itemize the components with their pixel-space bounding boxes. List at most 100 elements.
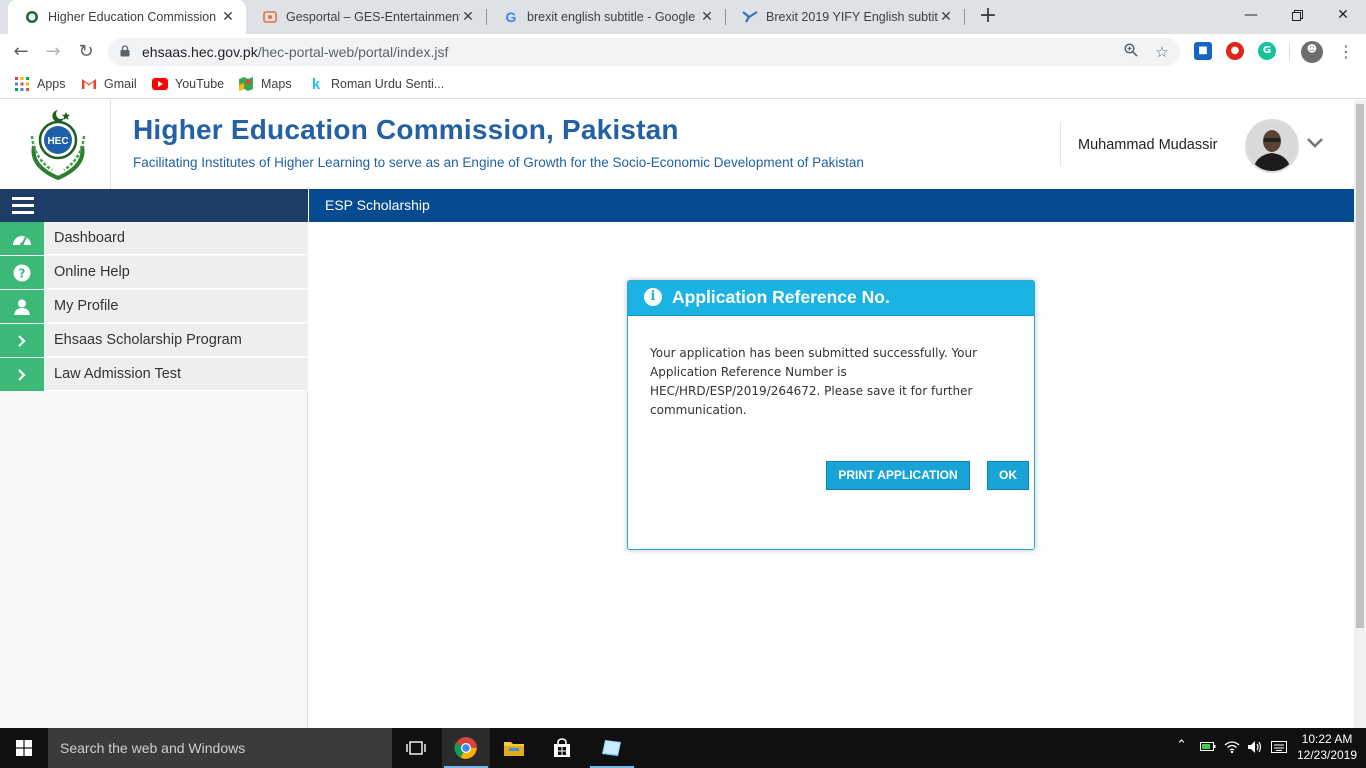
sidebar-item-ehsaas-scholarship[interactable]: Ehsaas Scholarship Program [0,324,308,357]
browser-tab-yify[interactable]: Brexit 2019 YIFY English subtitles ✕ [726,0,964,34]
battery-icon[interactable] [1200,740,1216,755]
site-title: Higher Education Commission, Pakistan [133,114,679,145]
taskbar-clock[interactable]: 10:22 AM 12/23/2019 [1292,731,1362,763]
web-page: HEC Higher Education Commission, Pakista… [0,100,1354,728]
header-divider [110,100,111,189]
apps-grid-icon [14,76,30,92]
ok-button[interactable]: OK [987,461,1029,490]
browser-tabstrip: Higher Education Commission O ✕ Gesporta… [0,0,1366,34]
new-tab-icon[interactable]: + [976,4,1000,28]
volume-icon[interactable] [1247,740,1263,757]
bookmark-label: Apps [37,77,66,91]
sidebar-item-label: Law Admission Test [54,366,182,382]
extension-adblock-icon[interactable]: ● [1226,42,1244,60]
clock-time: 10:22 AM [1301,732,1353,746]
close-tab-icon[interactable]: ✕ [220,9,236,25]
extension-grammarly-icon[interactable]: G [1258,42,1276,60]
taskbar-search-input[interactable]: Search the web and Windows [48,728,392,768]
header-divider [1060,122,1061,166]
show-hidden-icons-icon[interactable]: ⌃ [1176,738,1187,753]
sidebar-item-dashboard[interactable]: Dashboard [0,222,308,255]
bookmark-gmail[interactable]: Gmail [81,76,137,92]
bookmark-maps[interactable]: Maps [238,76,292,92]
yify-favicon-icon [742,9,758,25]
reload-icon[interactable]: ↻ [74,41,98,63]
browser-toolbar: ← → ↻ ehsaas.hec.gov.pk/hec-portal-web/p… [0,34,1366,70]
sidebar: Dashboard ? Online Help My Profile Ehsaa… [0,222,308,728]
svg-text:?: ? [19,266,26,280]
notes-app-icon[interactable] [588,728,636,768]
close-tab-icon[interactable]: ✕ [699,9,715,25]
task-view-icon[interactable] [392,728,440,768]
sidebar-item-my-profile[interactable]: My Profile [0,290,308,323]
wifi-icon[interactable] [1224,740,1240,757]
dialog-title: Application Reference No. [672,287,890,307]
windows-taskbar: Search the web and Windows ⌃ 10:22 AM 12… [0,728,1366,768]
chrome-taskbar-icon[interactable] [442,728,490,768]
hamburger-menu-icon[interactable] [12,197,34,214]
bookmarks-bar: Apps Gmail YouTube Maps k Roman Urdu Sen… [0,70,1366,99]
kaggle-k-icon: k [311,75,321,93]
google-favicon-icon: G [505,9,517,25]
youtube-icon [152,76,168,92]
bookmark-youtube[interactable]: YouTube [152,76,224,92]
chevron-right-icon [0,358,44,391]
back-arrow-icon[interactable]: ← [9,41,33,63]
dialog-message: Your application has been submitted succ… [650,346,978,417]
bookmark-roman-urdu[interactable]: k Roman Urdu Senti... [308,75,445,93]
extension-briefcase-icon[interactable]: ■ [1194,42,1212,60]
browser-tab-hec[interactable]: Higher Education Commission O ✕ [8,0,246,34]
close-tab-icon[interactable]: ✕ [938,9,954,25]
restore-icon[interactable] [1274,0,1320,30]
store-icon[interactable] [538,728,586,768]
browser-tab-gesportal[interactable]: Gesportal – GES-Entertainment ✕ [246,0,486,34]
minimize-icon[interactable]: — [1228,0,1274,30]
address-bar[interactable]: ehsaas.hec.gov.pk/hec-portal-web/portal/… [108,38,1180,66]
user-photo-icon [1247,121,1297,171]
gesportal-favicon-icon [262,9,278,25]
close-window-icon[interactable]: ✕ [1320,0,1366,30]
user-name[interactable]: Muhammad Mudassir [1078,137,1217,153]
site-header: HEC Higher Education Commission, Pakista… [0,100,1354,189]
tab-title: Brexit 2019 YIFY English subtitles [766,10,938,24]
dialog-header: i Application Reference No. [628,281,1034,316]
browser-menu-icon[interactable]: ⋮ [1336,42,1356,62]
chevron-down-icon[interactable] [1306,136,1324,150]
sidebar-item-label: Online Help [54,264,130,280]
help-icon: ? [0,256,44,289]
sidebar-item-label: Ehsaas Scholarship Program [54,332,242,348]
url-path: /hec-portal-web/portal/index.jsf [257,44,449,60]
sidebar-item-online-help[interactable]: ? Online Help [0,256,308,289]
scrollbar-thumb[interactable] [1356,104,1364,628]
avatar[interactable] [1245,119,1299,173]
bookmark-label: YouTube [175,77,225,91]
clock-date: 12/23/2019 [1296,748,1358,762]
site-subtitle: Facilitating Institutes of Higher Learni… [133,155,864,170]
close-tab-icon[interactable]: ✕ [460,9,476,25]
lock-icon [120,45,130,57]
chevron-right-icon [0,324,44,357]
tab-title: Gesportal – GES-Entertainment [286,10,460,24]
dashboard-icon [0,222,44,255]
star-bookmark-icon[interactable]: ☆ [1153,43,1171,61]
forward-arrow-icon[interactable]: → [41,41,65,63]
hec-logo-icon: HEC [30,110,86,181]
sidebar-item-law-admission-test[interactable]: Law Admission Test [0,358,308,391]
url-host: ehsaas.hec.gov.pk [142,44,258,60]
profile-avatar-icon[interactable]: ☻ [1301,41,1323,63]
browser-tab-google[interactable]: G brexit english subtitle - Google S ✕ [487,0,725,34]
bookmark-label: Maps [261,77,292,91]
bookmark-label: Roman Urdu Senti... [331,77,445,91]
sidebar-header [0,189,308,222]
zoom-icon[interactable] [1122,43,1140,61]
windows-start-icon[interactable] [0,728,48,768]
bookmark-apps[interactable]: Apps [14,76,66,92]
keyboard-icon[interactable] [1271,740,1287,757]
page-scrollbar[interactable] [1354,100,1366,728]
user-icon [0,290,44,323]
svg-text:HEC: HEC [47,136,68,147]
print-application-button[interactable]: PRINT APPLICATION [826,461,970,490]
page-title-bar: ESP Scholarship [309,189,1354,222]
bookmark-label: Gmail [104,77,137,91]
file-explorer-icon[interactable] [490,728,538,768]
